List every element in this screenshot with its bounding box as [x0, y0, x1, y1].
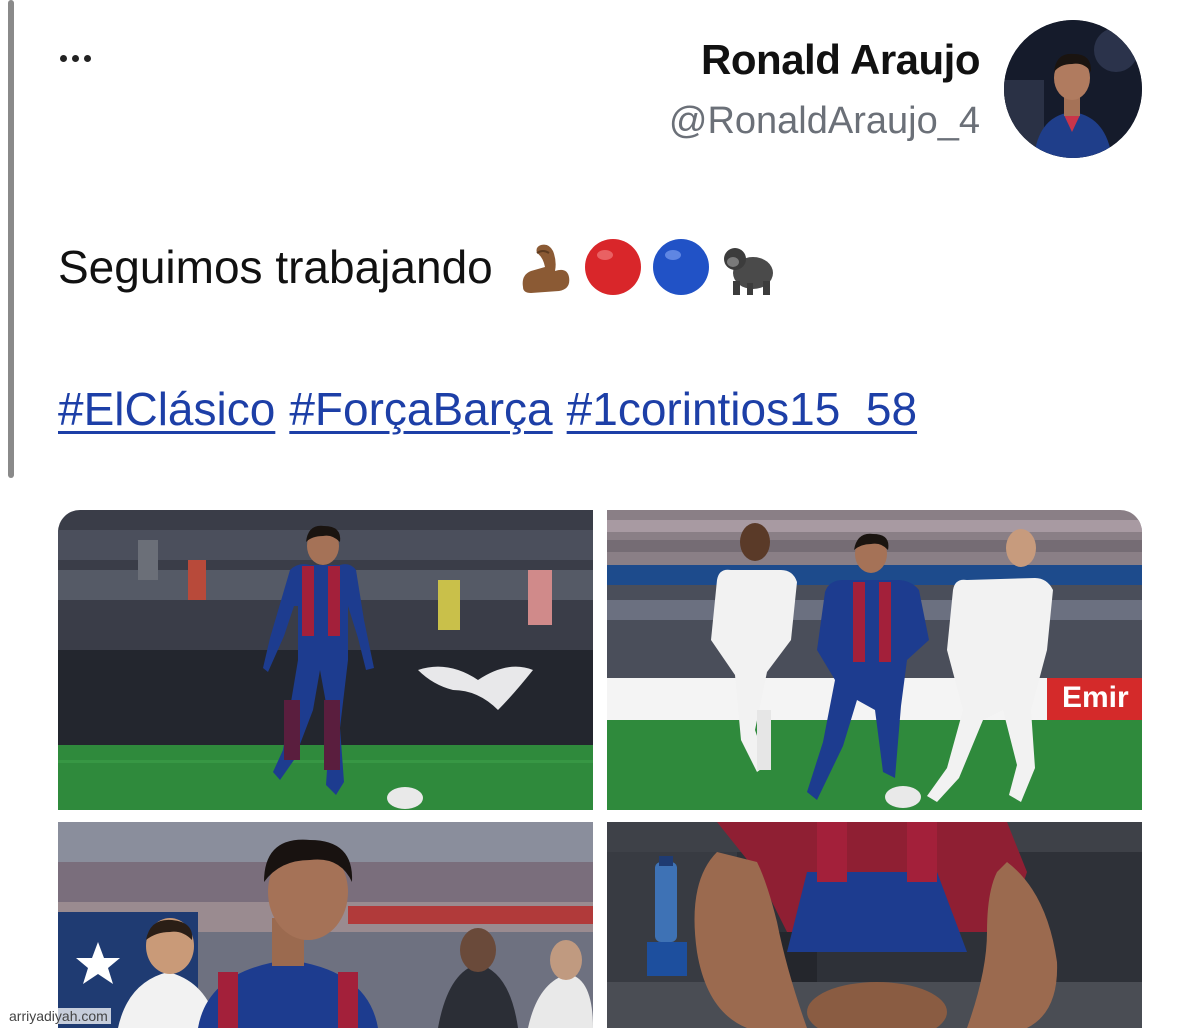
author-name[interactable]: Ronald Araujo — [669, 36, 980, 84]
author-block[interactable]: Ronald Araujo @RonaldAraujo_4 — [669, 36, 981, 144]
flexed-biceps-icon — [522, 244, 570, 293]
more-dot-icon — [72, 54, 79, 62]
photo-player-kneeling[interactable] — [607, 822, 1142, 1028]
more-dot-icon — [84, 54, 91, 62]
site-watermark: arriyadiyah.com — [6, 1008, 111, 1024]
hashtag-forcabarca[interactable]: #ForçaBarça — [289, 382, 552, 436]
thread-line — [8, 0, 14, 478]
hashtag-corintios[interactable]: #1corintios15_58 — [567, 382, 917, 436]
red-circle-icon — [584, 239, 641, 295]
more-dot-icon — [60, 54, 67, 62]
tweet-text-content: Seguimos trabajando — [58, 241, 493, 293]
more-options-button[interactable] — [60, 40, 110, 76]
photo-player-portrait[interactable] — [58, 822, 593, 1028]
emoji-group — [515, 237, 779, 297]
blue-circle-icon — [652, 239, 709, 295]
tweet-text: Seguimos trabajando — [58, 232, 779, 302]
photo-player-vs-opponents[interactable]: Emir — [607, 510, 1142, 810]
ad-board-text: Emir — [1062, 681, 1129, 714]
avatar[interactable] — [1004, 20, 1142, 158]
gorilla-icon — [723, 248, 773, 295]
photo-player-dribbling[interactable] — [58, 510, 593, 810]
hashtag-list: #ElClásico #ForçaBarça #1corintios15_58 — [58, 382, 917, 436]
hashtag-elclasico[interactable]: #ElClásico — [58, 382, 275, 436]
media-grid: Emir — [58, 510, 1142, 1028]
author-handle[interactable]: @RonaldAraujo_4 — [669, 98, 980, 144]
